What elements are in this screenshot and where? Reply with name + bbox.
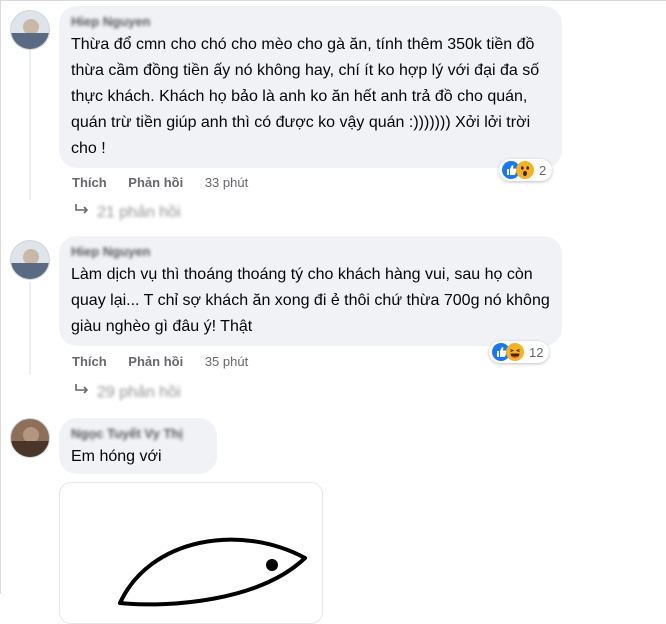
wow-icon [516, 161, 534, 179]
comment-image[interactable] [59, 482, 323, 624]
view-replies-link[interactable]: 29 phản hồi [75, 383, 181, 402]
comment-author[interactable]: Hiep Nguyen [71, 244, 550, 260]
comment-bubble: Hiep Nguyen Thừa đổ cmn cho chó cho mèo … [59, 6, 562, 168]
reaction-summary[interactable]: 12 [489, 341, 550, 363]
comment-author[interactable]: Hiep Nguyen [71, 14, 550, 30]
reply-arrow-icon [75, 383, 91, 402]
fish-doodle-icon [118, 537, 307, 607]
like-button[interactable]: Thích [72, 354, 107, 369]
replies-count-label: 29 phản hồi [97, 384, 181, 401]
reaction-count: 2 [539, 162, 547, 178]
comment-timestamp[interactable]: 33 phút [205, 175, 248, 190]
comment-actions: Thích Phản hồi 35 phút [72, 354, 248, 369]
view-replies-link[interactable]: 21 phản hồi [75, 203, 181, 222]
avatar[interactable] [10, 240, 50, 280]
frame-border-top [0, 0, 666, 1]
avatar[interactable] [10, 10, 50, 50]
thread-line [29, 282, 31, 374]
replies-count-label: 21 phản hồi [97, 204, 181, 221]
reaction-summary[interactable]: 2 [499, 159, 553, 181]
comment-text: Làm dịch vụ thì thoáng thoáng tý cho khá… [71, 266, 550, 335]
comment-text: Thừa đổ cmn cho chó cho mèo cho gà ăn, t… [71, 36, 540, 157]
reply-button[interactable]: Phản hồi [128, 175, 183, 190]
comment-author[interactable]: Ngọc Tuyết Vy Thị [71, 426, 205, 442]
reaction-count: 12 [529, 344, 544, 360]
avatar[interactable] [10, 418, 50, 458]
haha-icon [506, 343, 524, 361]
thread-line [29, 50, 31, 200]
comment-text: Em hóng với [71, 448, 162, 465]
reply-arrow-icon [75, 203, 91, 222]
reply-button[interactable]: Phản hồi [128, 354, 183, 369]
comment-bubble: Ngọc Tuyết Vy Thị Em hóng với [59, 418, 217, 474]
comment-actions: Thích Phản hồi 33 phút [72, 175, 248, 190]
like-button[interactable]: Thích [72, 175, 107, 190]
comment-timestamp[interactable]: 35 phút [205, 354, 248, 369]
comment-bubble: Hiep Nguyen Làm dịch vụ thì thoáng thoán… [59, 236, 562, 346]
frame-border-left [0, 0, 1, 594]
